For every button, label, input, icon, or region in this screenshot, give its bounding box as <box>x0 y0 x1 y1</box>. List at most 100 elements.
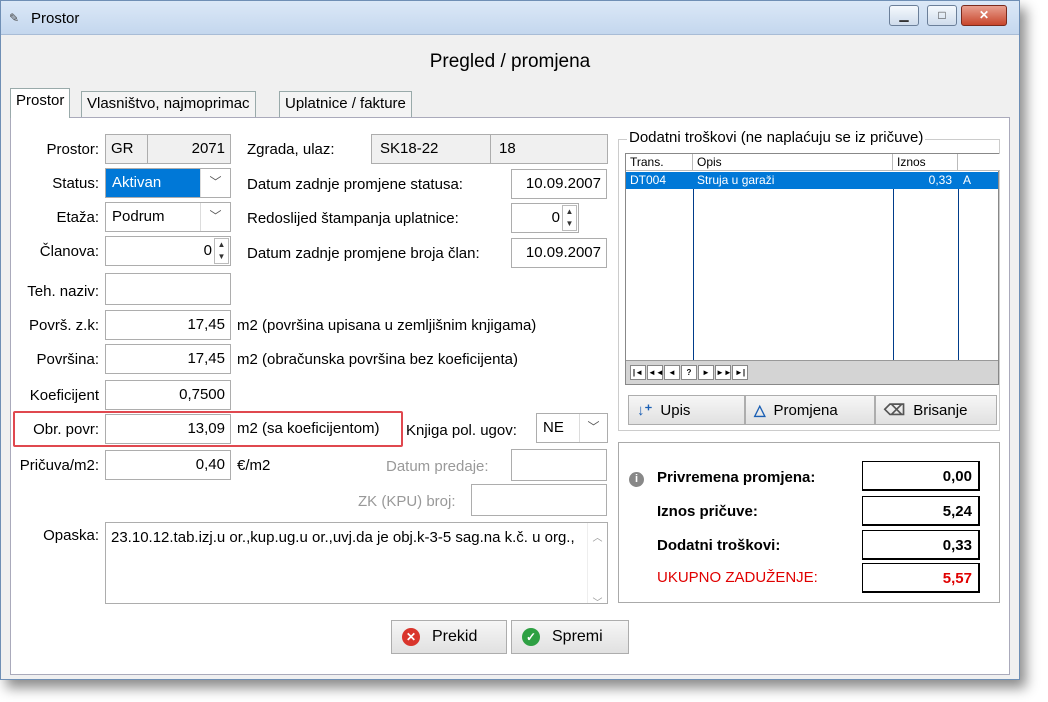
cell-flag: A <box>963 173 972 187</box>
brisanje-button[interactable]: ⌫ Brisanje <box>875 395 997 425</box>
title-bar[interactable]: ✎ Prostor ▁ □ ✕ <box>1 1 1019 35</box>
iznos-pricuve-label: Iznos pričuve: <box>657 503 758 520</box>
prev-record-icon[interactable]: ◄ <box>664 365 680 380</box>
status-value: Aktivan <box>106 169 200 197</box>
zk-field[interactable] <box>471 484 607 516</box>
zgrada-field[interactable]: SK18-22 <box>371 134 491 164</box>
datum-clan-label: Datum zadnje promjene broja član: <box>247 245 480 262</box>
first-record-icon[interactable]: |◄ <box>630 365 646 380</box>
ulaz-field[interactable]: 18 <box>490 134 608 164</box>
memo-scrollbar[interactable]: ︿ ﹀ <box>587 523 607 609</box>
koeficijent-label: Koeficijent <box>29 387 99 404</box>
next-page-icon[interactable]: ►► <box>715 365 732 380</box>
costs-grid[interactable]: Trans. Opis Iznos DT004 Struja u garaži … <box>625 153 1000 385</box>
chevron-down-icon[interactable]: ﹀ <box>579 414 607 442</box>
maximize-icon: □ <box>938 8 946 22</box>
povrsina-label: Površina: <box>36 351 99 368</box>
chevron-down-icon[interactable]: ﹀ <box>200 203 230 231</box>
promjena-button[interactable]: △ Promjena <box>745 395 875 425</box>
clanova-label: Članova: <box>39 243 99 260</box>
table-row[interactable]: DT004 Struja u garaži 0,33 A <box>626 172 998 189</box>
obr-povr-field[interactable]: 13,09 <box>105 414 231 444</box>
clanova-stepper[interactable]: 0 ▲ ▼ <box>105 236 231 266</box>
datum-clan-field[interactable]: 10.09.2007 <box>511 238 607 268</box>
spremi-button[interactable]: ✓ Spremi <box>511 620 629 654</box>
col-opis[interactable]: Opis <box>693 154 893 171</box>
tab-uplatnice[interactable]: Uplatnice / fakture <box>279 91 412 117</box>
upis-label: Upis <box>660 402 691 419</box>
knjiga-value: NE <box>543 419 564 436</box>
col-trans[interactable]: Trans. <box>626 154 693 171</box>
etaza-value: Podrum <box>112 208 165 225</box>
clanova-value: 0 <box>203 242 212 259</box>
col-iznos[interactable]: Iznos <box>893 154 958 171</box>
pricuva-field[interactable]: 0,40 <box>105 450 231 480</box>
spin-arrows-icon[interactable]: ▲ ▼ <box>214 238 229 264</box>
costs-title: Dodatni troškovi (ne naplaćuju se iz pri… <box>627 129 926 146</box>
cancel-icon: ✕ <box>402 628 420 646</box>
datum-status-field[interactable]: 10.09.2007 <box>511 169 607 199</box>
prev-page-icon[interactable]: ◄◄ <box>647 365 664 380</box>
cell-iznos: 0,33 <box>928 173 952 187</box>
knjiga-select[interactable]: NE ﹀ <box>536 413 608 443</box>
page-title: Pregled / promjena <box>429 51 591 72</box>
etaza-select[interactable]: Podrum ﹀ <box>105 202 231 232</box>
grid-divider <box>693 189 694 362</box>
prostor-number-field[interactable]: 2071 <box>147 134 231 164</box>
dodatni-label: Dodatni troškovi: <box>657 537 781 554</box>
maximize-button[interactable]: □ <box>927 5 957 26</box>
minimize-button[interactable]: ▁ <box>889 5 919 26</box>
opaska-textarea[interactable]: 23.10.12.tab.izj.u or.,kup.ug.u or.,uvj.… <box>105 522 608 609</box>
povrs-zk-unit: m2 (površina upisana u zemljišnim knjiga… <box>237 317 537 334</box>
tab-prostor[interactable]: Prostor <box>10 88 71 118</box>
ukupno-label: UKUPNO ZADUŽENJE: <box>657 569 818 586</box>
redoslijed-stepper[interactable]: 0 ▲ ▼ <box>511 203 579 233</box>
pricuva-unit: €/m2 <box>237 457 271 474</box>
last-record-icon[interactable]: ►| <box>732 365 748 380</box>
iznos-pricuve-value: 5,24 <box>862 496 980 526</box>
next-record-icon[interactable]: ► <box>698 365 714 380</box>
povrsina-field[interactable]: 17,45 <box>105 344 231 374</box>
checkmark-icon: ✓ <box>522 628 540 646</box>
upis-button[interactable]: ↓⁺ Upis <box>628 395 745 425</box>
window: ✎ Prostor ▁ □ ✕ Pregled / promjena Prost… <box>0 0 1020 680</box>
cell-opis: Struja u garaži <box>697 173 775 187</box>
opaska-label: Opaska: <box>43 527 99 544</box>
info-icon: i <box>629 472 644 487</box>
privremena-label: Privremena promjena: <box>657 469 816 486</box>
status-label: Status: <box>52 175 99 192</box>
grid-divider <box>958 189 959 362</box>
teh-naziv-field[interactable] <box>105 273 231 305</box>
koeficijent-field[interactable]: 0,7500 <box>105 380 231 410</box>
redoslijed-value: 0 <box>551 209 560 226</box>
zgrada-label: Zgrada, ulaz: <box>247 141 335 158</box>
app-icon: ✎ <box>9 11 20 25</box>
arrow-down-plus-icon: ↓⁺ <box>637 402 653 419</box>
prostor-code-field[interactable]: GR <box>105 134 148 164</box>
prekid-label: Prekid <box>432 628 478 645</box>
chevron-down-icon[interactable]: ﹀ <box>200 169 230 197</box>
grid-navigator: |◄ ◄◄ ◄ ? ► ►► ►| <box>626 360 998 384</box>
tab-vlasnistvo[interactable]: Vlasništvo, najmoprimac <box>81 91 256 117</box>
brisanje-label: Brisanje <box>913 402 968 419</box>
zk-label: ZK (KPU) broj: <box>358 493 456 510</box>
ukupno-value: 5,57 <box>862 563 980 593</box>
knjiga-label: Knjiga pol. ugov: <box>406 422 517 439</box>
spremi-label: Spremi <box>552 628 603 645</box>
datum-predaje-field[interactable] <box>511 449 607 481</box>
redoslijed-label: Redoslijed štampanja uplatnice: <box>247 210 459 227</box>
povrs-zk-field[interactable]: 17,45 <box>105 310 231 340</box>
scroll-up-icon[interactable]: ︿ <box>588 529 607 548</box>
prekid-button[interactable]: ✕ Prekid <box>391 620 507 654</box>
pricuva-label: Pričuva/m2: <box>19 457 99 474</box>
close-button[interactable]: ✕ <box>961 5 1007 26</box>
col-flag <box>958 154 1000 171</box>
scroll-down-icon[interactable]: ﹀ <box>588 594 607 613</box>
datum-predaje-label: Datum predaje: <box>386 458 489 475</box>
triangle-icon: △ <box>754 402 766 419</box>
status-select[interactable]: Aktivan ﹀ <box>105 168 231 198</box>
spin-arrows-icon[interactable]: ▲ ▼ <box>562 205 577 231</box>
help-icon[interactable]: ? <box>681 365 697 380</box>
grid-divider <box>893 189 894 362</box>
povrsina-unit: m2 (obračunska površina bez koeficijenta… <box>237 351 518 368</box>
